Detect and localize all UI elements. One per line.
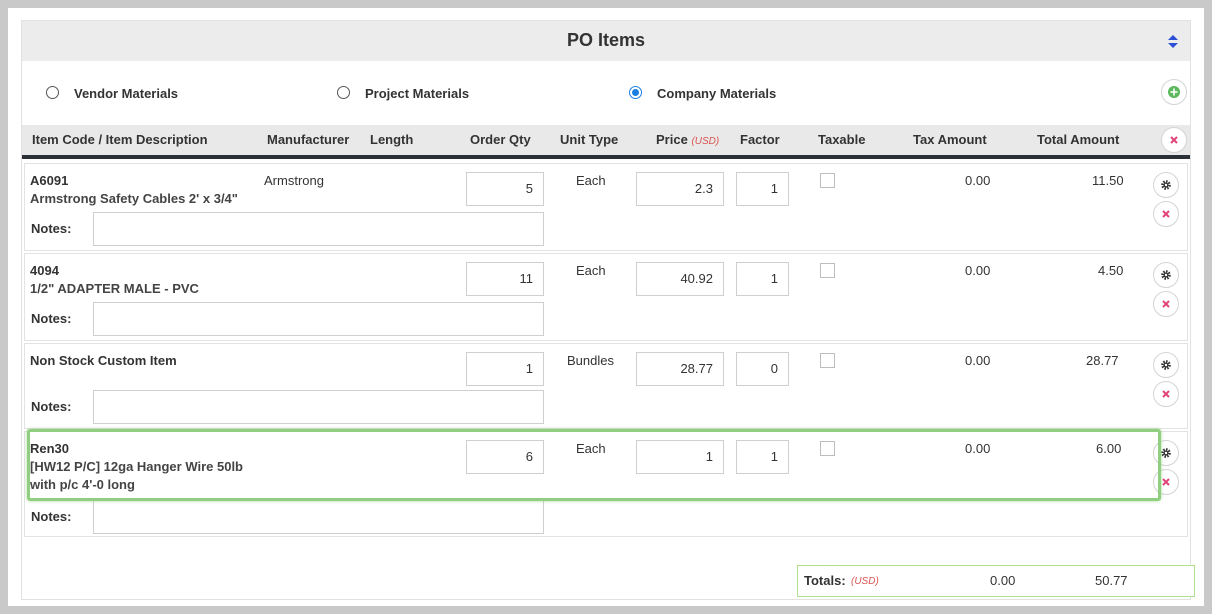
item-settings-button[interactable]	[1153, 172, 1179, 198]
unit-type-value: Bundles	[567, 353, 614, 368]
notes-label: Notes:	[31, 311, 72, 326]
notes-input[interactable]	[93, 302, 544, 336]
total-amount-value: 4.50	[1098, 263, 1124, 278]
remove-item-button[interactable]	[1153, 291, 1179, 317]
price-label: Price	[656, 132, 688, 147]
gear-icon	[1161, 360, 1171, 370]
notes-input[interactable]	[93, 212, 544, 246]
table-row: Non Stock Custom Item 1 Bundles 28.77 0 …	[24, 343, 1188, 429]
plus-circle-icon	[1168, 86, 1180, 98]
order-qty-input[interactable]: 5	[466, 172, 544, 206]
page-panel: PO Items Vendor Materials Project Materi…	[8, 8, 1204, 606]
factor-input[interactable]: 0	[736, 352, 789, 386]
col-length-header: Length	[370, 132, 414, 147]
col-factor-header: Factor	[740, 132, 780, 147]
col-tax-amount-header: Tax Amount	[913, 132, 987, 147]
totals-currency: (USD)	[851, 576, 879, 587]
notes-label: Notes:	[31, 221, 72, 236]
item-code: Non Stock Custom Item	[30, 353, 177, 368]
taxable-checkbox[interactable]	[820, 173, 835, 188]
col-unit-type-header: Unit Type	[560, 132, 619, 147]
price-input[interactable]: 40.92	[636, 262, 724, 296]
table-row: A6091 Armstrong Safety Cables 2' x 3/4" …	[24, 163, 1188, 251]
sort-icon[interactable]	[1168, 35, 1178, 49]
taxable-checkbox[interactable]	[820, 263, 835, 278]
notes-label: Notes:	[31, 509, 72, 524]
manufacturer-value: Armstrong	[264, 173, 324, 188]
item-code: A6091	[30, 173, 69, 188]
close-icon	[1162, 478, 1170, 486]
unit-type-value: Each	[576, 173, 606, 188]
item-description: Armstrong Safety Cables 2' x 3/4"	[30, 191, 238, 206]
selected-row-highlight	[27, 429, 1161, 501]
unit-type-value: Each	[576, 263, 606, 278]
table-row: 4094 1/2" ADAPTER MALE - PVC 11 Each 40.…	[24, 253, 1188, 341]
page-title: PO Items	[566, 30, 646, 50]
tax-amount-value: 0.00	[965, 353, 991, 368]
gear-icon	[1161, 448, 1171, 458]
close-icon	[1162, 210, 1170, 218]
close-icon	[1162, 390, 1170, 398]
col-manufacturer-header: Manufacturer	[267, 132, 350, 147]
tax-amount-value: 0.00	[965, 263, 991, 278]
vendor-materials-label[interactable]: Vendor Materials	[74, 86, 178, 101]
tax-amount-value: 0.00	[965, 173, 991, 188]
po-items-card: PO Items Vendor Materials Project Materi…	[21, 20, 1195, 600]
factor-input[interactable]: 1	[736, 262, 789, 296]
add-item-button[interactable]	[1161, 79, 1187, 105]
price-currency: (USD)	[691, 136, 720, 147]
col-item-header: Item Code / Item Description	[32, 132, 208, 147]
col-order-qty-header: Order Qty	[470, 132, 531, 147]
col-taxable-header: Taxable	[818, 132, 866, 147]
remove-item-button[interactable]	[1153, 381, 1179, 407]
notes-input[interactable]	[93, 500, 544, 534]
factor-input[interactable]: 1	[736, 172, 789, 206]
notes-input[interactable]	[93, 390, 544, 424]
totals-total-amount: 50.77	[1095, 573, 1128, 588]
table-header: Item Code / Item Description Manufacture…	[22, 125, 1190, 159]
vendor-materials-radio[interactable]	[46, 86, 59, 99]
order-qty-input[interactable]: 11	[466, 262, 544, 296]
price-input[interactable]: 28.77	[636, 352, 724, 386]
notes-label: Notes:	[31, 399, 72, 414]
remove-item-button[interactable]	[1153, 201, 1179, 227]
total-amount-value: 28.77	[1086, 353, 1119, 368]
col-total-amount-header: Total Amount	[1037, 132, 1120, 147]
taxable-checkbox[interactable]	[820, 353, 835, 368]
order-qty-input[interactable]: 1	[466, 352, 544, 386]
totals-tax-amount: 0.00	[990, 573, 1016, 588]
totals-label: Totals:	[804, 573, 846, 588]
totals-box: Totals: (USD) 0.00 50.77	[797, 565, 1195, 597]
item-code: 4094	[30, 263, 59, 278]
remove-all-button[interactable]	[1161, 127, 1187, 153]
project-materials-radio[interactable]	[337, 86, 350, 99]
gear-icon	[1161, 270, 1171, 280]
project-materials-label[interactable]: Project Materials	[365, 86, 469, 101]
close-icon	[1170, 136, 1178, 144]
company-materials-label[interactable]: Company Materials	[657, 86, 776, 101]
price-input[interactable]: 2.3	[636, 172, 724, 206]
close-icon	[1162, 300, 1170, 308]
gear-icon	[1161, 180, 1171, 190]
item-settings-button[interactable]	[1153, 262, 1179, 288]
col-price-header: Price (USD)	[656, 125, 719, 157]
item-description: 1/2" ADAPTER MALE - PVC	[30, 281, 199, 296]
total-amount-value: 11.50	[1092, 173, 1124, 188]
item-settings-button[interactable]	[1153, 352, 1179, 378]
company-materials-radio[interactable]	[629, 86, 642, 99]
